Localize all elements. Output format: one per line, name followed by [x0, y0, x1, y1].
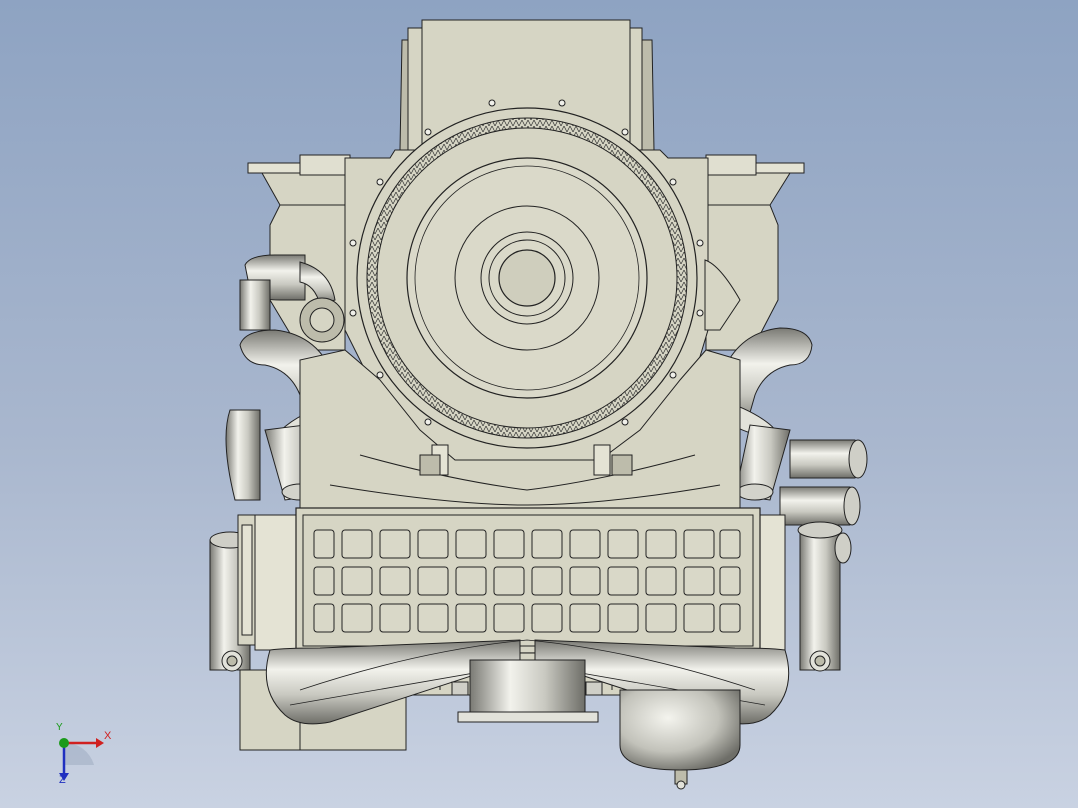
graphics-viewport[interactable]: X Y Z: [0, 0, 1078, 808]
turbine-outlet: [451, 659, 603, 723]
flywheel: [356, 107, 698, 449]
triad-axes: [59, 738, 104, 781]
expansion-tank: [619, 689, 741, 790]
z-axis-label: Z: [59, 774, 66, 786]
engine-model[interactable]: [0, 0, 1078, 808]
y-axis-label: Y: [56, 722, 63, 733]
x-axis-label: X: [104, 730, 112, 742]
coordinate-triad: X Y Z: [40, 722, 130, 795]
right-exhaust-outlets: [779, 439, 868, 672]
